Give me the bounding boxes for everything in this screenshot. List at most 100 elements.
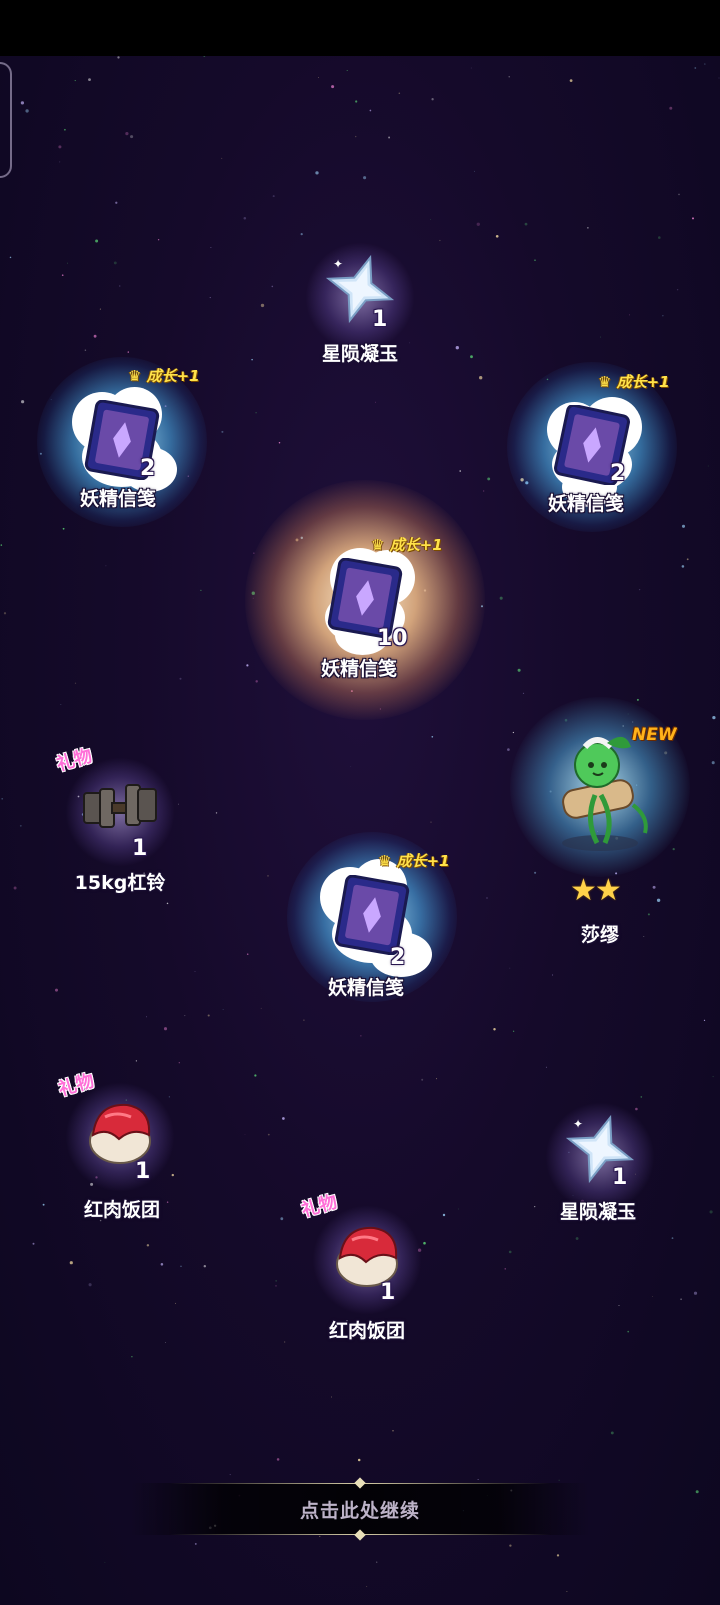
reward-quantity: 1 (380, 1280, 396, 1305)
background-star (487, 477, 491, 481)
background-star (180, 1265, 182, 1267)
background-star (694, 67, 697, 69)
background-star (64, 128, 66, 131)
background-star (507, 748, 510, 751)
reward-item-star-crystal[interactable]: ✦ 1 星陨凝玉 (520, 1085, 680, 1245)
reward-name: 莎缪 (580, 924, 619, 946)
background-star (636, 698, 639, 701)
background-star (369, 109, 372, 112)
background-star (508, 1250, 512, 1254)
background-star (303, 1019, 305, 1021)
reward-item-star-crystal[interactable]: ✦ 1 星陨凝玉 (280, 225, 440, 385)
dumbbell-icon (83, 784, 157, 829)
reward-name: 妖精信笺 (327, 977, 404, 999)
background-star (652, 885, 656, 889)
background-star (318, 77, 319, 78)
background-star (662, 315, 664, 317)
background-star (0, 544, 3, 546)
reward-item-fairy-letter[interactable]: ♛ 成长+1 2 妖精信笺 (507, 362, 677, 535)
background-star (222, 1009, 224, 1010)
background-star (363, 176, 367, 180)
background-star (271, 285, 274, 288)
background-star (84, 349, 87, 352)
background-star (610, 1431, 614, 1435)
background-star (55, 988, 58, 992)
background-star (275, 1280, 277, 1282)
background-star (355, 135, 357, 138)
background-star (331, 85, 335, 89)
reward-name: 红肉饭团 (328, 1320, 405, 1342)
background-star (282, 1117, 285, 1120)
tap-to-continue-button[interactable]: 点击此处继续 (130, 1477, 590, 1541)
background-star (255, 411, 257, 414)
background-star (61, 274, 64, 277)
reward-item-rice-ball[interactable]: 礼物 1 红肉饭团 (40, 1065, 200, 1225)
background-star (686, 558, 689, 561)
background-star (88, 78, 91, 82)
background-star (711, 761, 715, 765)
background-star (346, 69, 348, 72)
background-star (545, 1066, 547, 1068)
background-star (315, 171, 319, 175)
background-star (135, 1060, 138, 1062)
background-star (676, 288, 679, 291)
growth-badge-text: 成长+1 (616, 373, 670, 391)
background-star (712, 1076, 714, 1078)
background-star (244, 1134, 246, 1136)
background-star (207, 1014, 210, 1017)
background-star (566, 1591, 568, 1592)
background-star (552, 974, 554, 976)
continue-label: 点击此处继续 (299, 1500, 420, 1522)
background-star (119, 285, 121, 287)
background-star (194, 1542, 197, 1545)
background-star (9, 256, 12, 259)
growth-badge-text: 成长+1 (146, 367, 200, 385)
reward-item-rice-ball[interactable]: 礼物 1 红肉饭团 (287, 1188, 447, 1348)
background-star (251, 358, 253, 361)
background-star (476, 222, 480, 226)
background-star (21, 400, 25, 404)
background-star (681, 524, 686, 528)
reward-quantity: 2 (390, 945, 406, 970)
background-star (194, 971, 196, 972)
background-star (680, 1298, 682, 1301)
background-star (638, 588, 641, 591)
background-star (1, 797, 4, 800)
background-star (131, 1355, 133, 1358)
background-star (512, 731, 515, 734)
reward-item-fairy-letter[interactable]: ♛ 成长+1 2 妖精信笺 (37, 357, 207, 530)
reward-item-dumbbell[interactable]: 礼物 1 15kg杠铃 (40, 740, 200, 900)
background-star (88, 1283, 92, 1287)
background-star (629, 314, 630, 316)
background-star (504, 1268, 506, 1270)
background-star (695, 1490, 699, 1494)
background-star (388, 136, 391, 139)
background-star (272, 195, 275, 198)
background-star (275, 1285, 277, 1287)
background-star (215, 812, 218, 814)
background-star (483, 490, 485, 492)
background-star (59, 161, 61, 163)
background-star (246, 953, 249, 955)
reward-item-fairy-letter[interactable]: ♛ 成长+1 2 妖精信笺 (287, 832, 457, 1005)
background-star (280, 1217, 284, 1221)
background-star (184, 1015, 186, 1017)
background-star (115, 201, 118, 204)
background-star (392, 1430, 394, 1432)
background-star (479, 376, 483, 380)
background-star (25, 109, 29, 113)
background-star (125, 131, 129, 136)
background-star (210, 247, 212, 248)
background-star (166, 902, 169, 905)
status-bar (0, 0, 720, 56)
reward-item-fairy-letter-featured[interactable]: ♛ 成长+1 10 妖精信笺 (245, 480, 485, 720)
background-star (13, 886, 17, 890)
background-star (499, 596, 503, 600)
background-star (105, 565, 107, 567)
background-star (517, 668, 521, 672)
background-star (509, 967, 511, 969)
background-star (164, 1341, 167, 1344)
background-star (127, 351, 129, 353)
reward-character[interactable]: NEW ★★ 莎缪 (510, 697, 690, 946)
background-star (260, 1007, 262, 1009)
